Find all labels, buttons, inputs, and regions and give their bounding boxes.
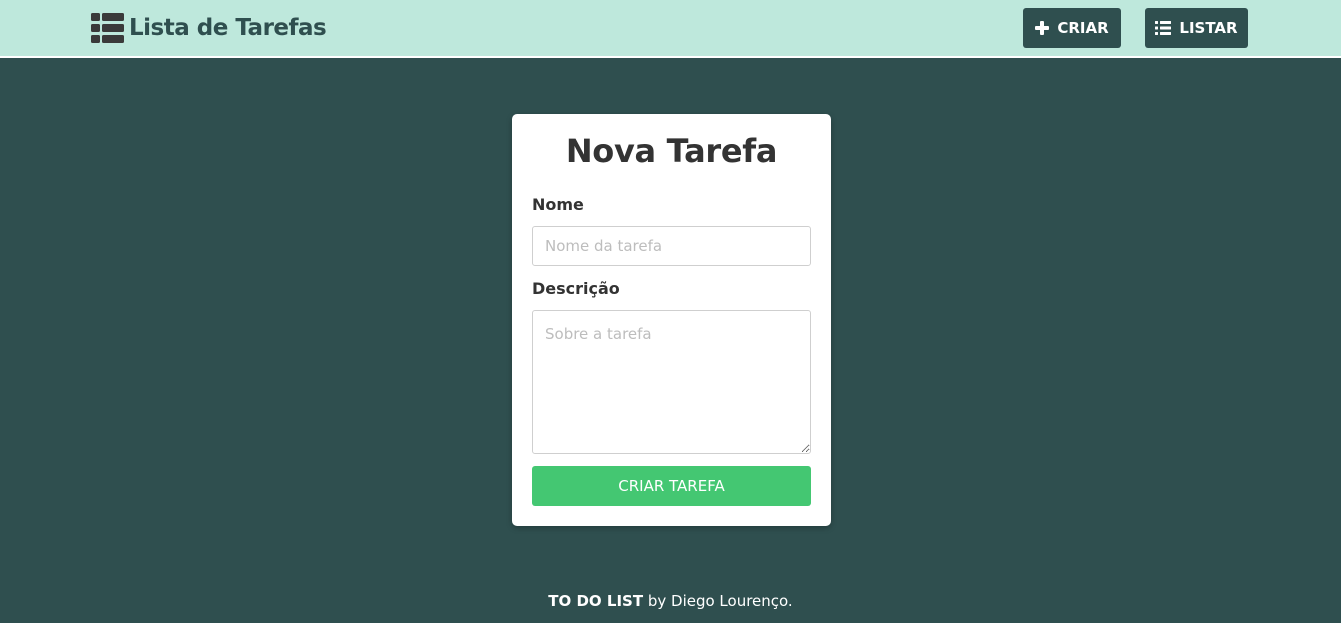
- table-list-icon: [91, 13, 124, 43]
- create-button[interactable]: CRIAR: [1023, 8, 1121, 48]
- create-task-button[interactable]: CRIAR TAREFA: [532, 466, 811, 506]
- brand-title: Lista de Tarefas: [129, 15, 327, 41]
- brand-link[interactable]: Lista de Tarefas: [91, 12, 327, 44]
- list-icon: [1155, 21, 1172, 35]
- task-description-textarea[interactable]: [532, 310, 811, 454]
- list-button-label: LISTAR: [1179, 19, 1238, 37]
- plus-icon: [1035, 21, 1050, 35]
- description-label: Descrição: [532, 279, 620, 298]
- form-title: Nova Tarefa: [565, 132, 778, 170]
- task-name-input[interactable]: [532, 226, 811, 266]
- new-task-card: Nova Tarefa Nome Descrição CRIAR TAREFA: [512, 114, 831, 526]
- footer: TO DO LIST by Diego Lourenço.: [0, 592, 1341, 610]
- list-button[interactable]: LISTAR: [1145, 8, 1248, 48]
- footer-author: by Diego Lourenço.: [643, 592, 793, 610]
- navbar: Lista de Tarefas CRIAR LISTAR: [0, 0, 1341, 58]
- create-button-label: CRIAR: [1057, 19, 1109, 37]
- name-label: Nome: [532, 195, 584, 214]
- footer-app-name: TO DO LIST: [548, 592, 644, 610]
